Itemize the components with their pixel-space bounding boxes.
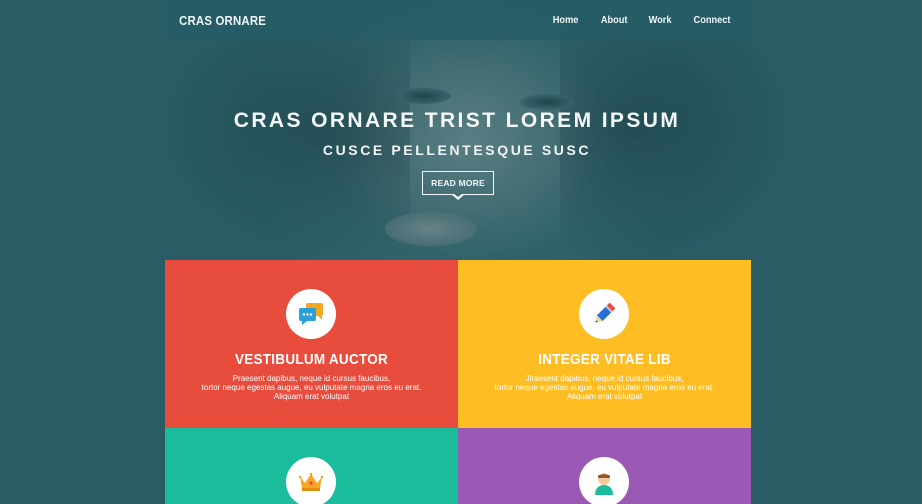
feature-card-yellow: INTEGER VITAE LIB Jiraesent dapibus, neq… (458, 260, 751, 428)
read-more-button[interactable]: READ MORE (422, 171, 494, 195)
person-icon (595, 473, 613, 495)
feature-desc-line: Praesent dapibus, neque id cursus faucib… (232, 374, 391, 383)
feature-title: VESTIBULUM AUCTOR (234, 351, 389, 368)
nav-link-work[interactable]: Work (649, 14, 672, 26)
feature-desc-line: tortor neque egestas augue, eu vulputate… (201, 383, 422, 392)
top-navbar: CRAS ORNARE Home About Work Connect (165, 0, 751, 40)
feature-icon-circle (579, 289, 629, 339)
hero-title: CRAS ORNARE TRIST LOREM IPSUM (233, 109, 681, 132)
feature-card-purple (458, 428, 751, 504)
feature-desc-line: Aliquam erat volutpat (273, 392, 350, 401)
feature-desc-line: Jiraesent dapibus, neque id cursus fauci… (525, 374, 684, 383)
feature-desc-line: tortor neque egestas augue, eu vulputate… (494, 383, 715, 392)
feature-icon-circle (286, 457, 336, 504)
feature-card-red: VESTIBULUM AUCTOR Praesent dapibus, nequ… (165, 260, 458, 428)
nav-link-connect[interactable]: Connect (694, 14, 731, 26)
feature-description: Jiraesent dapibus, neque id cursus fauci… (478, 374, 731, 401)
nav-link-about[interactable]: About (600, 14, 627, 26)
chat-bubbles-icon (299, 303, 323, 325)
features-grid: VESTIBULUM AUCTOR Praesent dapibus, nequ… (165, 260, 751, 504)
feature-icon-circle (579, 457, 629, 504)
feature-description: Praesent dapibus, neque id cursus faucib… (185, 374, 438, 401)
hero-subtitle: CUSCE PELLENTESQUE SUSC (322, 142, 592, 158)
crown-icon (298, 472, 324, 491)
pencil-icon (595, 302, 616, 323)
brand-logo[interactable]: CRAS ORNARE (179, 13, 266, 28)
main-nav: Home About Work Connect (533, 14, 733, 26)
feature-icon-circle (286, 289, 336, 339)
feature-card-teal (165, 428, 458, 504)
read-more-pointer (451, 192, 465, 200)
feature-title: INTEGER VITAE LIB (538, 351, 671, 368)
feature-desc-line: Aliquam erat volutpat (566, 392, 643, 401)
nav-link-home[interactable]: Home (553, 14, 579, 26)
